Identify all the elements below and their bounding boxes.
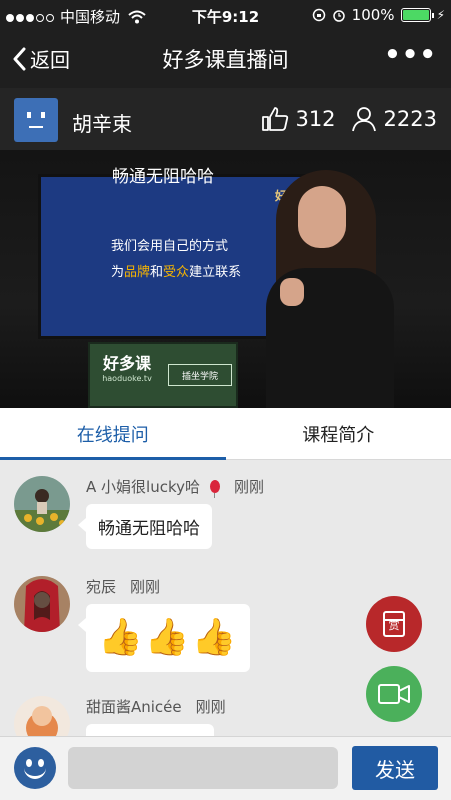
thumbs-up-emoji: 👍 bbox=[144, 617, 190, 658]
message-bubble bbox=[86, 724, 214, 736]
stand-logo: 好多课 bbox=[102, 354, 151, 373]
charging-icon: ⚡ bbox=[436, 8, 445, 22]
back-chevron-icon bbox=[13, 47, 26, 70]
message-time: 刚刚 bbox=[130, 578, 161, 596]
viewer-stat: 2223 bbox=[350, 106, 437, 132]
message-meta: A 小娟很lucky哈 刚刚 bbox=[86, 476, 264, 498]
video-overlay-text: 畅通无阻哈哈 bbox=[112, 167, 214, 187]
battery-icon bbox=[400, 8, 434, 22]
alarm-icon bbox=[332, 10, 345, 22]
thumbs-up-emoji: 👍 bbox=[191, 617, 237, 658]
like-count: 312 bbox=[295, 107, 336, 131]
host-name: 胡辛束 bbox=[72, 112, 132, 136]
user-icon bbox=[351, 107, 376, 132]
more-icon[interactable]: ••• bbox=[384, 40, 437, 70]
host-stats: 312 2223 bbox=[247, 106, 437, 132]
message-meta: 宛辰 刚刚 bbox=[86, 576, 160, 597]
like-stat[interactable]: 312 bbox=[261, 106, 336, 132]
message-bubble: 畅通无阻哈哈 bbox=[78, 504, 212, 549]
nav-bar: 返回 好多课直播间 ••• bbox=[0, 30, 451, 88]
screen-line1: 我们会用自己的方式 bbox=[111, 239, 229, 254]
send-button[interactable]: 发送 bbox=[352, 746, 438, 790]
video-camera-button[interactable] bbox=[366, 666, 422, 722]
back-button[interactable]: 返回 bbox=[12, 44, 70, 73]
message-meta: 甜面酱Anicée 刚刚 bbox=[86, 696, 226, 717]
host-avatar[interactable] bbox=[14, 98, 58, 142]
video-camera-icon bbox=[378, 684, 410, 704]
message-time: 刚刚 bbox=[233, 478, 264, 496]
message-user: A 小娟很lucky哈 bbox=[86, 478, 200, 496]
rotation-lock-icon bbox=[312, 8, 325, 22]
status-right: 100% ⚡ bbox=[306, 6, 445, 24]
avatar[interactable] bbox=[14, 476, 70, 532]
avatar[interactable] bbox=[14, 696, 70, 736]
reward-icon: 赏 bbox=[383, 611, 405, 637]
presenter bbox=[262, 170, 398, 408]
tab-course-intro[interactable]: 课程简介 bbox=[226, 408, 451, 459]
stand-url: haoduoke.tv bbox=[102, 374, 152, 383]
battery-percent: 100% bbox=[351, 6, 395, 24]
message-time: 刚刚 bbox=[195, 698, 226, 716]
input-bar: 发送 bbox=[0, 736, 451, 800]
tab-bar: 在线提问 课程简介 bbox=[0, 408, 451, 460]
viewer-count: 2223 bbox=[383, 107, 437, 131]
thumbs-up-emoji: 👍 bbox=[98, 617, 143, 658]
message-input[interactable] bbox=[68, 747, 338, 789]
reward-button[interactable]: 赏 bbox=[366, 596, 422, 652]
smiley-icon[interactable] bbox=[14, 747, 56, 789]
message-bubble: 👍 👍 👍 bbox=[77, 604, 251, 672]
balloon-icon bbox=[209, 480, 220, 498]
message-user: 宛辰 bbox=[86, 578, 117, 596]
live-video[interactable]: 我们会用自己的方式 为品牌和受众建立联系 好多 好多课 haoduoke.tv … bbox=[0, 150, 451, 408]
screen-line2: 为品牌和受众建立联系 bbox=[111, 265, 242, 280]
stand-tag: 插坐学院 bbox=[168, 364, 232, 386]
tab-online-questions[interactable]: 在线提问 bbox=[0, 408, 226, 460]
host-bar: 胡辛束 312 2223 bbox=[0, 88, 451, 150]
status-bar: 中国移动 下午9:12 100% ⚡ bbox=[0, 0, 451, 30]
message-user: 甜面酱Anicée bbox=[86, 698, 182, 716]
back-label: 返回 bbox=[30, 48, 70, 72]
logo-stand: 好多课 haoduoke.tv 插坐学院 bbox=[88, 342, 238, 408]
thumb-up-icon bbox=[262, 107, 289, 131]
avatar[interactable] bbox=[14, 576, 70, 632]
